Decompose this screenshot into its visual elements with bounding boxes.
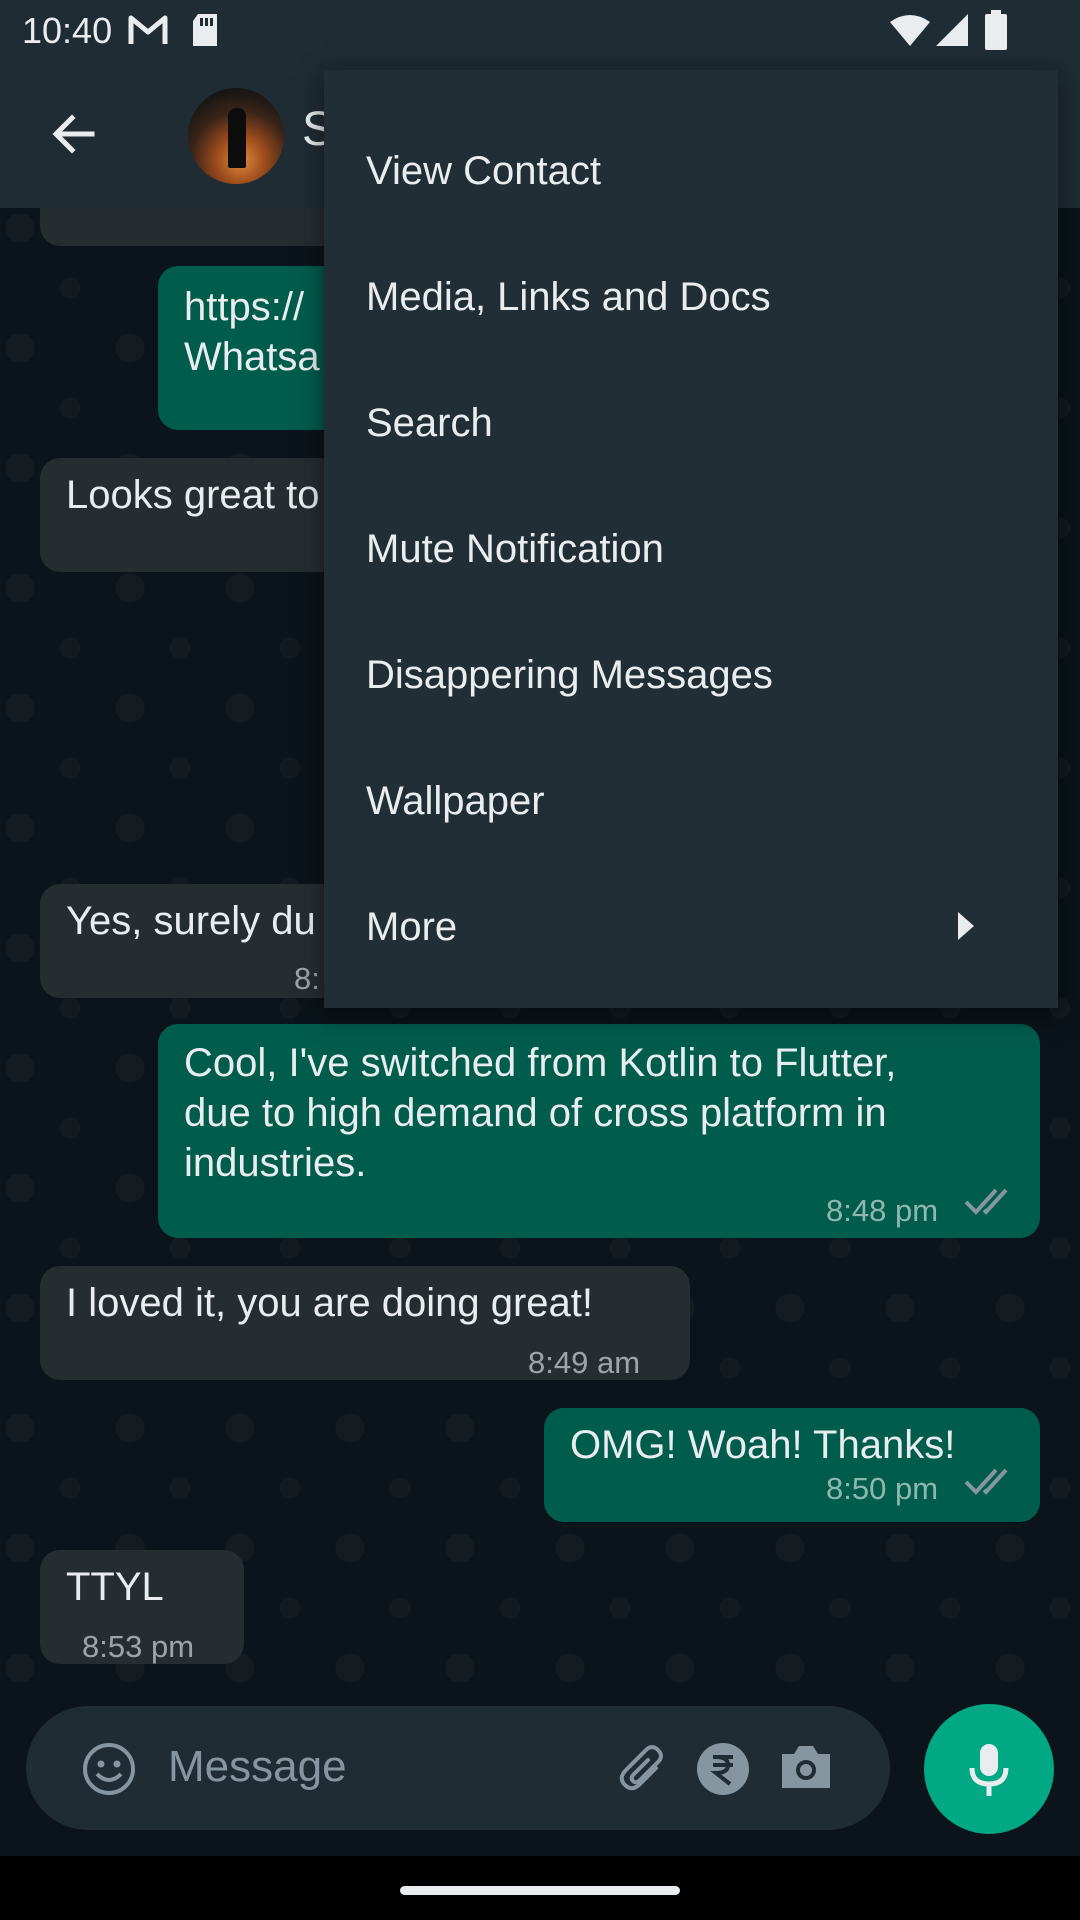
wifi-icon bbox=[890, 15, 930, 46]
sd-card-icon bbox=[193, 14, 217, 46]
menu-item-disappearing-messages[interactable]: Disappering Messages bbox=[324, 612, 1058, 738]
message-input[interactable]: Message bbox=[168, 1742, 347, 1792]
message-text: I loved it, you are doing great! bbox=[66, 1281, 593, 1325]
message-time: 8:50 pm bbox=[826, 1471, 939, 1506]
battery-icon bbox=[985, 10, 1007, 50]
attach-icon[interactable] bbox=[616, 1742, 672, 1798]
home-gesture-bar[interactable] bbox=[400, 1886, 680, 1895]
signal-icon bbox=[936, 14, 968, 46]
payment-rupee-icon[interactable] bbox=[696, 1742, 750, 1796]
message-bubble: I loved it, you are doing great! 8:49 am bbox=[40, 1266, 690, 1380]
overflow-menu: View Contact Media, Links and Docs Searc… bbox=[324, 70, 1058, 1008]
submenu-arrow-icon bbox=[958, 912, 974, 940]
system-nav-bar bbox=[0, 1856, 1080, 1920]
read-receipt-icon bbox=[964, 1468, 1008, 1495]
status-time: 10:40 bbox=[22, 10, 113, 51]
message-text: Cool, I've switched from Kotlin to Flutt… bbox=[184, 1041, 897, 1085]
emoji-icon[interactable] bbox=[82, 1742, 136, 1796]
menu-item-more-label: More bbox=[366, 905, 458, 949]
message-text[interactable]: https:// bbox=[184, 282, 304, 332]
camera-icon[interactable] bbox=[778, 1742, 834, 1792]
message-bubble: OMG! Woah! Thanks! 8:50 pm bbox=[544, 1408, 1040, 1522]
message-time: 8:49 am bbox=[528, 1345, 641, 1380]
message-time: 8:53 pm bbox=[82, 1629, 195, 1664]
message-bubble: Yes, surely du 8: bbox=[40, 884, 340, 998]
menu-item-search[interactable]: Search bbox=[324, 360, 1058, 486]
menu-item-more[interactable]: More bbox=[324, 864, 1058, 990]
message-time: 8: bbox=[294, 961, 320, 996]
message-text: industries. bbox=[184, 1141, 367, 1185]
message-composer: Message bbox=[26, 1706, 890, 1830]
message-text[interactable]: Whatsa bbox=[184, 332, 320, 382]
menu-item-media-links-docs[interactable]: Media, Links and Docs bbox=[324, 234, 1058, 360]
message-text: Yes, surely du bbox=[66, 899, 316, 943]
message-text: TTYL bbox=[66, 1565, 164, 1609]
status-bar: 10:40 bbox=[0, 0, 1080, 62]
message-bubble: TTYL 8:53 pm bbox=[40, 1550, 244, 1664]
read-receipt-icon bbox=[964, 1188, 1008, 1215]
back-arrow-icon[interactable] bbox=[46, 106, 102, 162]
contact-avatar[interactable] bbox=[188, 88, 284, 184]
menu-item-mute-notification[interactable]: Mute Notification bbox=[324, 486, 1058, 612]
mic-icon bbox=[969, 1744, 1009, 1796]
menu-item-view-contact[interactable]: View Contact bbox=[324, 108, 1058, 234]
gmail-icon bbox=[128, 15, 168, 44]
message-bubble bbox=[40, 208, 360, 246]
message-bubble: Looks great to bbox=[40, 458, 340, 572]
mic-button[interactable] bbox=[924, 1704, 1054, 1834]
menu-item-wallpaper[interactable]: Wallpaper bbox=[324, 738, 1058, 864]
message-text: OMG! Woah! Thanks! bbox=[570, 1423, 956, 1467]
message-bubble: Cool, I've switched from Kotlin to Flutt… bbox=[158, 1024, 1040, 1238]
message-time: 8:48 pm bbox=[826, 1193, 939, 1228]
message-text: Looks great to bbox=[66, 473, 320, 517]
message-text: due to high demand of cross platform in bbox=[184, 1091, 887, 1135]
